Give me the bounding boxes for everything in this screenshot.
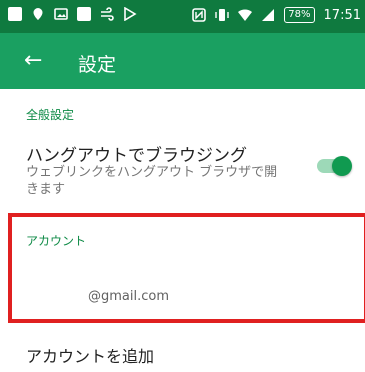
status-icons-left [8, 7, 137, 21]
account-highlight-box [8, 213, 365, 323]
add-account-item[interactable]: アカウントを追加 [26, 343, 154, 367]
status-bar: 78% 17:51 [0, 0, 365, 33]
square-icon [77, 7, 91, 21]
wind-icon [101, 7, 114, 21]
hangouts-browsing-toggle[interactable] [317, 156, 352, 176]
hangouts-browsing-title: ハングアウトでブラウジング [26, 146, 247, 166]
nfc-icon [192, 8, 207, 22]
hangouts-browsing-description: ウェブリンクをハングアウト ブラウザで開きます [26, 165, 278, 197]
app-toolbar: ← 設定 [0, 33, 365, 89]
general-settings-header: 全般設定 [26, 108, 75, 122]
battery-indicator: 78% [284, 7, 315, 23]
wifi-icon [238, 9, 253, 21]
status-time: 17:51 [323, 7, 361, 23]
gallery-icon [54, 8, 68, 20]
signal-icon [262, 9, 275, 21]
play-store-icon [124, 7, 137, 21]
facebook-icon [8, 7, 22, 21]
vibrate-icon [215, 9, 229, 21]
location-icon [33, 8, 43, 20]
status-icons-right: 78% 17:51 [192, 7, 361, 23]
page-title: 設定 [78, 54, 117, 76]
toggle-knob [332, 156, 352, 176]
back-arrow-icon[interactable]: ← [24, 47, 42, 75]
